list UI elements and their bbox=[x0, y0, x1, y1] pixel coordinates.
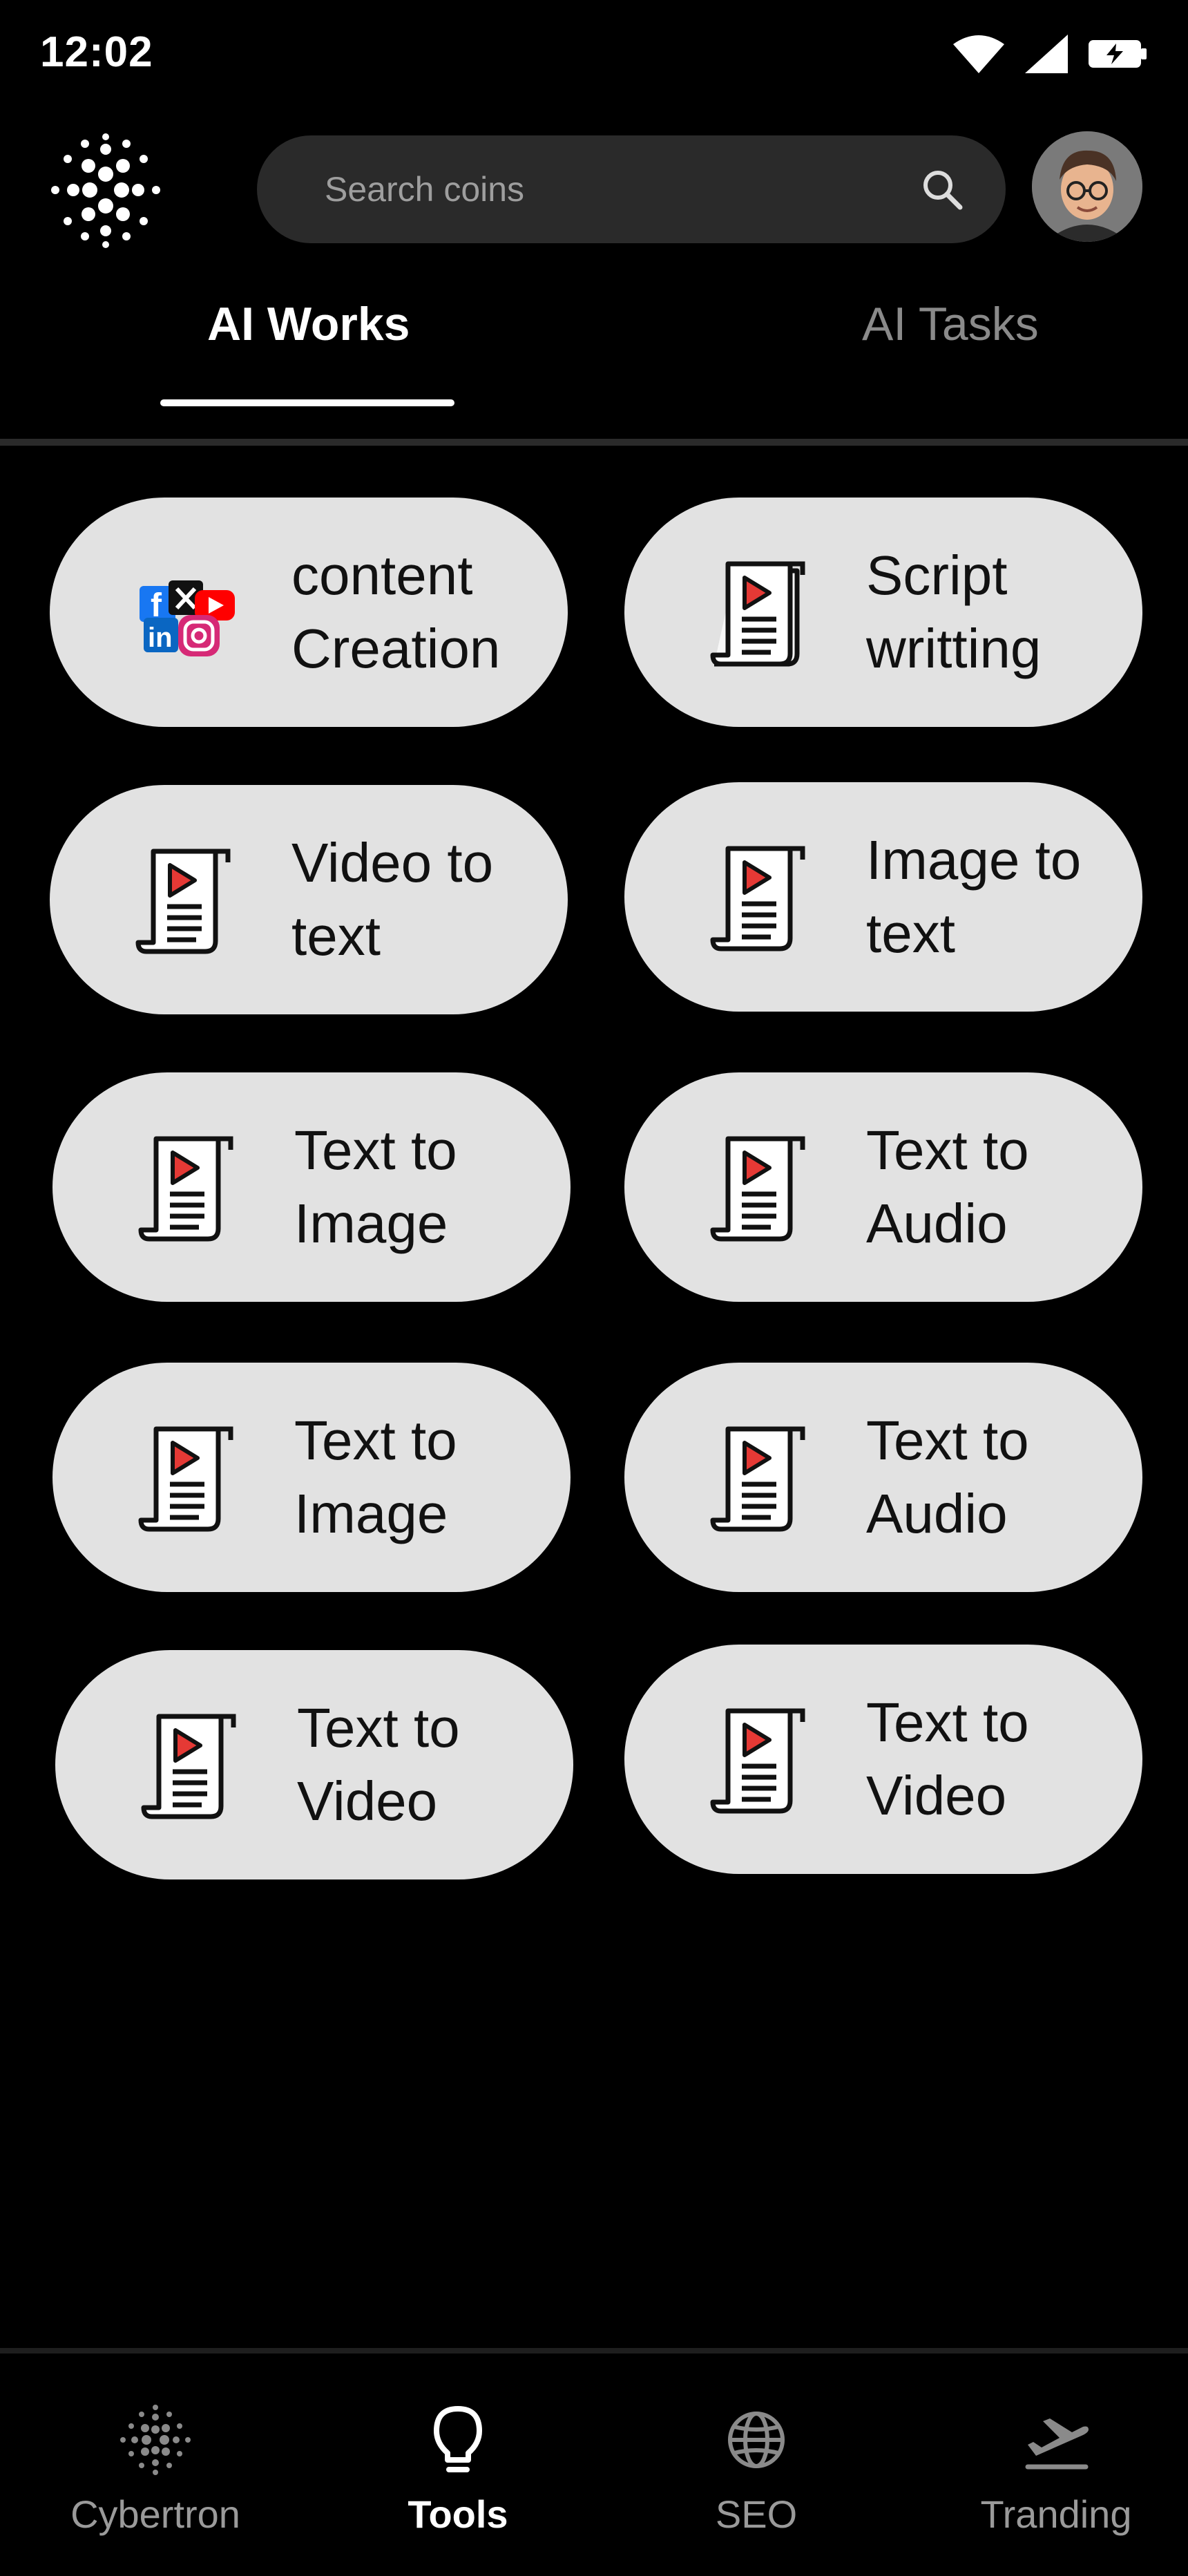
cellular-signal-icon bbox=[1025, 35, 1068, 73]
avatar-image bbox=[1032, 131, 1142, 242]
search-bar[interactable]: Search coins bbox=[257, 135, 1006, 243]
tab-ai-works[interactable]: AI Works bbox=[207, 297, 410, 351]
nav-item-seo[interactable]: SEO bbox=[642, 2402, 870, 2537]
card-label: Text to Audio bbox=[866, 1119, 1029, 1254]
card-text-to-image-2[interactable]: Text to Image bbox=[52, 1363, 571, 1592]
header: Search coins bbox=[0, 131, 1188, 249]
avatar[interactable] bbox=[1032, 131, 1142, 242]
social-media-icon: f in bbox=[140, 580, 235, 656]
card-video-to-text[interactable]: Video to text bbox=[50, 785, 568, 1014]
status-bar: 12:02 bbox=[0, 0, 1188, 104]
nav-item-tranding[interactable]: Tranding bbox=[942, 2402, 1170, 2537]
card-text-to-video-2[interactable]: Text to Video bbox=[624, 1645, 1142, 1874]
airplane-takeoff-icon bbox=[1025, 2418, 1089, 2470]
nav-item-cybertron[interactable]: Cybertron bbox=[41, 2402, 269, 2537]
card-text-to-image[interactable]: Text to Image bbox=[52, 1072, 571, 1302]
card-text-to-video[interactable]: Text to Video bbox=[55, 1650, 573, 1879]
card-script-writing[interactable]: Script writting bbox=[624, 498, 1142, 727]
card-image-to-text[interactable]: Image to text bbox=[624, 782, 1142, 1012]
video-script-icon bbox=[710, 1708, 805, 1814]
card-label: Text to Audio bbox=[866, 1410, 1029, 1544]
globe-icon bbox=[728, 2412, 785, 2468]
nav-item-tools[interactable]: Tools bbox=[344, 2402, 572, 2537]
video-script-icon bbox=[138, 1136, 233, 1242]
video-script-icon bbox=[710, 561, 805, 667]
video-script-icon bbox=[710, 1426, 805, 1532]
card-text-to-audio[interactable]: Text to Audio bbox=[624, 1072, 1142, 1302]
cybertron-logo-icon[interactable] bbox=[47, 131, 164, 249]
card-content-creation[interactable]: f in content Creation bbox=[50, 498, 568, 727]
wifi-icon bbox=[953, 35, 1004, 73]
battery-icon bbox=[1089, 40, 1147, 68]
video-script-icon bbox=[710, 846, 805, 951]
nav-label: SEO bbox=[715, 2492, 798, 2536]
video-script-icon bbox=[138, 1426, 233, 1532]
lightbulb-icon bbox=[434, 2406, 482, 2472]
bottom-nav: Cybertron Tools SEO Tranding bbox=[0, 2354, 1188, 2576]
tab-ai-tasks[interactable]: AI Tasks bbox=[862, 297, 1039, 351]
card-label: Text to Video bbox=[866, 1692, 1029, 1826]
bottom-nav-divider bbox=[0, 2348, 1188, 2354]
dots-icon bbox=[120, 2405, 191, 2475]
video-script-icon bbox=[135, 849, 231, 954]
card-label: Image to text bbox=[866, 829, 1082, 964]
nav-label: Tranding bbox=[980, 2492, 1132, 2536]
card-label: Text to Image bbox=[294, 1119, 457, 1254]
tab-divider bbox=[0, 439, 1188, 446]
nav-label: Tools bbox=[408, 2492, 508, 2536]
tab-bar: AI Works AI Tasks bbox=[0, 297, 1188, 449]
search-input[interactable]: Search coins bbox=[325, 169, 524, 209]
svg-text:in: in bbox=[148, 623, 173, 653]
status-icons bbox=[953, 35, 1147, 73]
nav-label: Cybertron bbox=[70, 2492, 240, 2536]
card-label: Text to Video bbox=[297, 1697, 460, 1832]
active-tab-indicator bbox=[160, 399, 454, 406]
card-label: Script writting bbox=[866, 544, 1042, 679]
video-script-icon bbox=[710, 1136, 805, 1242]
card-label: Video to text bbox=[291, 832, 494, 967]
video-script-icon bbox=[141, 1714, 236, 1819]
status-time: 12:02 bbox=[40, 28, 153, 76]
card-label: Text to Image bbox=[294, 1410, 457, 1544]
card-label: content Creation bbox=[291, 544, 501, 679]
search-icon[interactable] bbox=[920, 167, 964, 211]
card-text-to-audio-2[interactable]: Text to Audio bbox=[624, 1363, 1142, 1592]
